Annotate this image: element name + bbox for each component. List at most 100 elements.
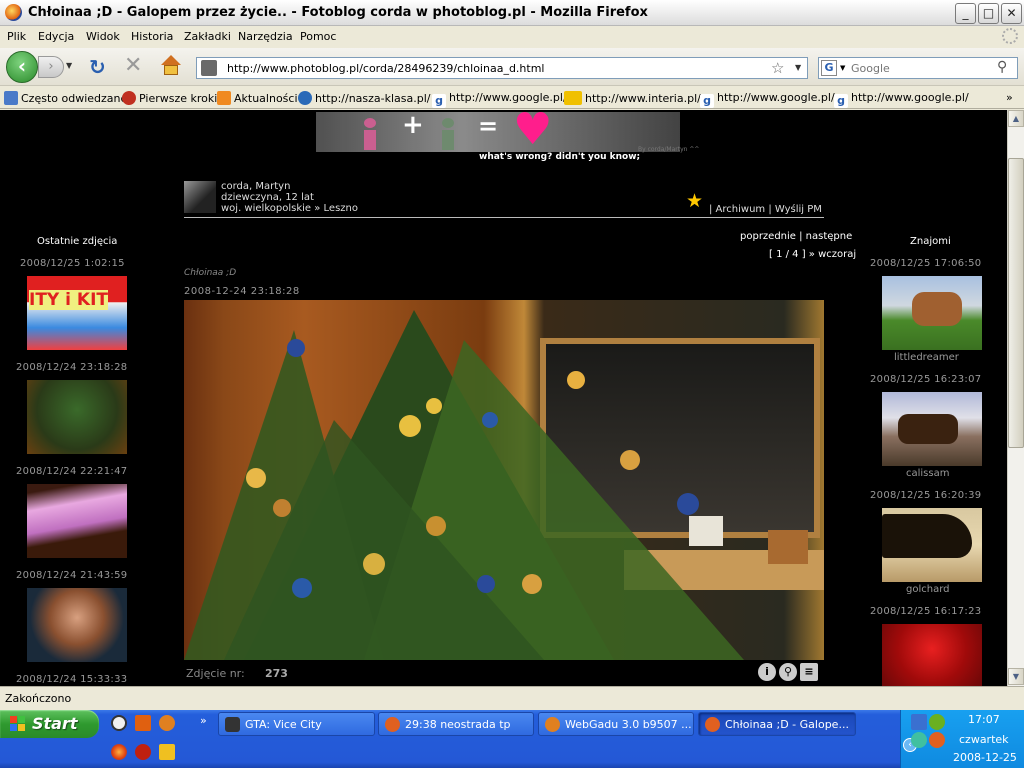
start-label: Start bbox=[32, 714, 78, 733]
search-input[interactable] bbox=[851, 60, 991, 76]
search-engine-dropdown-icon[interactable]: ▼ bbox=[840, 64, 845, 72]
firefox-icon bbox=[122, 91, 136, 105]
url-dropdown-icon[interactable]: ▼ bbox=[795, 63, 801, 72]
quicklaunch-icon[interactable] bbox=[135, 715, 151, 731]
info-icon[interactable]: i bbox=[758, 663, 776, 681]
quicklaunch-icon[interactable] bbox=[135, 744, 151, 760]
menu-widok[interactable]: Widok bbox=[86, 30, 120, 43]
reload-button[interactable]: ↻ bbox=[89, 56, 106, 78]
minimize-button[interactable]: _ bbox=[955, 3, 976, 24]
search-magnifier-icon[interactable]: ⚲ bbox=[997, 59, 1007, 75]
divider bbox=[184, 217, 824, 218]
bookmark-item[interactable]: Aktualności bbox=[217, 91, 298, 105]
banner-tagline: what's wrong? didn't you know; bbox=[479, 152, 641, 162]
scroll-thumb[interactable] bbox=[1008, 158, 1024, 448]
profile-info: dziewczyna, 12 lat bbox=[221, 192, 314, 203]
navigation-toolbar: ‹ › ▼ ↻ ✕ http://www.photoblog.pl/corda/… bbox=[0, 48, 1024, 86]
url-text[interactable]: http://www.photoblog.pl/corda/28496239/c… bbox=[227, 62, 544, 75]
url-bar[interactable]: http://www.photoblog.pl/corda/28496239/c… bbox=[196, 57, 808, 79]
friend-photo-thumb[interactable] bbox=[882, 392, 982, 466]
friend-photo-thumb[interactable] bbox=[882, 508, 982, 582]
comments-icon[interactable]: ≡ bbox=[800, 663, 818, 681]
avatar[interactable] bbox=[184, 181, 216, 213]
menu-edycja[interactable]: Edycja bbox=[38, 30, 74, 43]
close-button[interactable]: ✕ bbox=[1001, 3, 1022, 24]
friend-name[interactable]: golchard bbox=[906, 584, 950, 595]
menu-historia[interactable]: Historia bbox=[131, 30, 173, 43]
recent-photo-date: 2008/12/24 22:21:47 bbox=[16, 466, 128, 477]
home-button[interactable] bbox=[160, 55, 182, 77]
bookmark-item[interactable]: Pierwsze kroki bbox=[122, 91, 217, 105]
friend-name[interactable]: calissam bbox=[906, 468, 949, 479]
menu-narzedzia[interactable]: Narzędzia bbox=[238, 30, 293, 43]
photo-nav-links[interactable]: poprzednie | następne bbox=[740, 231, 852, 242]
title-bar[interactable]: Chłoinaa ;D - Galopem przez życie.. - Fo… bbox=[0, 0, 1024, 26]
stop-button[interactable]: ✕ bbox=[124, 55, 142, 77]
taskbar-overflow-icon[interactable]: » bbox=[200, 714, 207, 727]
clock-day: czwartek bbox=[959, 733, 1009, 746]
page-content: + = ♥ what's wrong? didn't you know; By … bbox=[0, 110, 1007, 686]
menu-pomoc[interactable]: Pomoc bbox=[300, 30, 336, 43]
girl-figure-icon bbox=[364, 118, 376, 158]
profile-links[interactable]: | Archiwum | Wyślij PM bbox=[709, 204, 822, 215]
recent-photo-thumb[interactable] bbox=[27, 484, 127, 558]
photo-date: 2008-12-24 23:18:28 bbox=[184, 286, 300, 297]
task-neostrada[interactable]: 29:38 neostrada tp bbox=[378, 712, 534, 736]
recent-photo-thumb[interactable] bbox=[27, 588, 127, 662]
bookmark-item[interactable]: g http://www.google.pl/ bbox=[700, 91, 835, 108]
scroll-down-button[interactable]: ▼ bbox=[1008, 668, 1024, 685]
friend-name[interactable]: littledreamer bbox=[894, 352, 959, 363]
menu-bar: Plik Edycja Widok Historia Zakładki Narz… bbox=[0, 26, 1024, 48]
bookmark-item[interactable]: http://nasza-klasa.pl/ bbox=[298, 91, 431, 105]
zoom-icon[interactable]: ⚲ bbox=[779, 663, 797, 681]
menu-zakladki[interactable]: Zakładki bbox=[184, 30, 231, 43]
bookmark-item[interactable]: g http://www.google.pl/ bbox=[432, 91, 567, 108]
window-title: Chłoinaa ;D - Galopem przez życie.. - Fo… bbox=[28, 5, 648, 20]
task-gta[interactable]: GTA: Vice City bbox=[218, 712, 375, 736]
bookmarks-overflow-icon[interactable]: » bbox=[1006, 91, 1013, 104]
bookmark-item[interactable]: g http://www.google.pl/ bbox=[834, 91, 969, 108]
start-button[interactable]: Start bbox=[0, 710, 99, 738]
clock-time[interactable]: 17:07 bbox=[968, 713, 1000, 726]
main-photo[interactable] bbox=[184, 300, 824, 660]
gadu-icon[interactable] bbox=[929, 714, 945, 730]
photo-number-label: Zdjęcie nr: bbox=[186, 667, 245, 680]
clock-date: 2008-12-25 bbox=[953, 751, 1017, 764]
forward-button[interactable]: › bbox=[38, 56, 64, 78]
bookmark-star-icon[interactable]: ☆ bbox=[771, 59, 784, 77]
task-webgadu[interactable]: WebGadu 3.0 b9507 ... bbox=[538, 712, 694, 736]
photo-pager[interactable]: [ 1 / 4 ] » wczoraj bbox=[769, 249, 856, 260]
search-bar[interactable]: G ▼ ⚲ bbox=[818, 57, 1018, 79]
interia-icon bbox=[564, 91, 582, 105]
star-icon[interactable]: ★ bbox=[686, 190, 703, 212]
nk-icon bbox=[298, 91, 312, 105]
menu-plik[interactable]: Plik bbox=[7, 30, 26, 43]
bookmark-item[interactable]: http://www.interia.pl/ bbox=[564, 91, 701, 105]
status-text: Zakończono bbox=[5, 692, 72, 705]
vertical-scrollbar[interactable]: ▲ ▼ bbox=[1007, 110, 1024, 686]
media-player-icon[interactable] bbox=[159, 744, 175, 760]
rss-icon bbox=[217, 91, 231, 105]
bookmark-item[interactable]: Często odwiedzane bbox=[4, 91, 127, 105]
quicklaunch-icon[interactable] bbox=[111, 715, 127, 731]
profile-location[interactable]: woj. wielkopolskie » Leszno bbox=[221, 203, 358, 214]
friend-photo-thumb[interactable] bbox=[882, 276, 982, 350]
scroll-up-button[interactable]: ▲ bbox=[1008, 110, 1024, 127]
tray-app-icon[interactable] bbox=[929, 732, 945, 748]
firefox-icon[interactable] bbox=[111, 744, 127, 760]
recent-photo-date: 2008/12/25 1:02:15 bbox=[20, 258, 125, 269]
maximize-button[interactable]: □ bbox=[978, 3, 999, 24]
search-engine-icon[interactable]: G bbox=[821, 60, 837, 76]
back-button[interactable]: ‹ bbox=[6, 51, 38, 83]
quicklaunch-icon[interactable] bbox=[159, 715, 175, 731]
friend-photo-thumb[interactable] bbox=[882, 624, 982, 686]
horse-figure bbox=[882, 514, 972, 558]
task-firefox[interactable]: Chłoinaa ;D - Galope... bbox=[698, 712, 856, 736]
network-icon[interactable] bbox=[911, 714, 927, 730]
profile-name[interactable]: corda, Martyn bbox=[221, 181, 290, 192]
recent-photo-thumb[interactable]: ITY i KIT bbox=[27, 276, 127, 350]
recent-photo-thumb[interactable] bbox=[27, 380, 127, 454]
history-dropdown-icon[interactable]: ▼ bbox=[66, 61, 72, 70]
recent-photos-heading: Ostatnie zdjęcia bbox=[37, 236, 118, 247]
tray-app-icon[interactable] bbox=[911, 732, 927, 748]
